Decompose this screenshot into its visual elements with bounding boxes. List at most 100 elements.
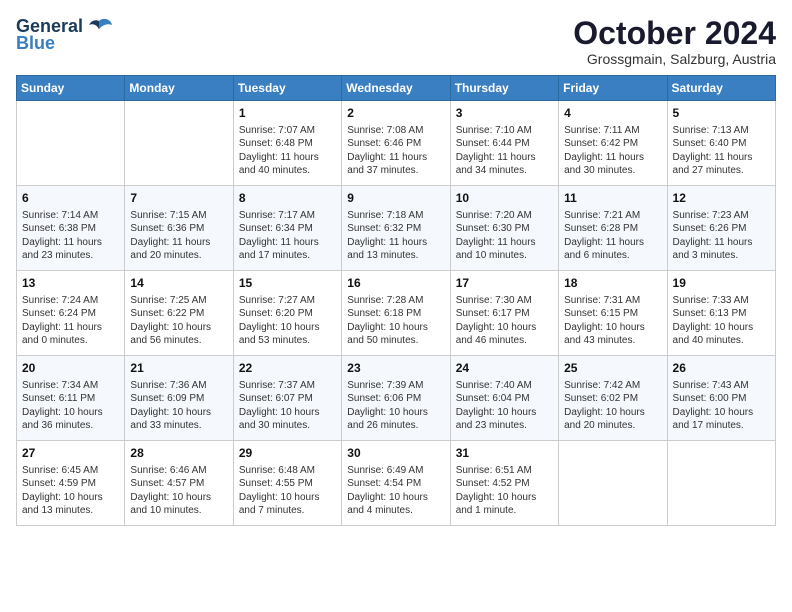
day-number: 19 [673,275,770,292]
day-number: 27 [22,445,119,462]
day-of-week-header: Tuesday [233,76,341,101]
calendar-cell: 11 Sunrise: 7:21 AM Sunset: 6:28 PM Dayli… [559,186,667,271]
day-info: Sunrise: 7:21 AM Sunset: 6:28 PM Dayligh… [564,209,661,263]
day-number: 31 [456,445,553,462]
day-of-week-header: Monday [125,76,233,101]
day-number: 17 [456,275,553,292]
day-info: Sunrise: 7:36 AM Sunset: 6:09 PM Dayligh… [130,379,227,433]
day-number: 23 [347,360,444,377]
day-info: Sunrise: 7:15 AM Sunset: 6:36 PM Dayligh… [130,209,227,263]
calendar-week-row: 1 Sunrise: 7:07 AM Sunset: 6:48 PM Daylig… [17,101,776,186]
calendar-cell: 4 Sunrise: 7:11 AM Sunset: 6:42 PM Daylig… [559,101,667,186]
calendar-cell: 29 Sunrise: 6:48 AM Sunset: 4:55 PM Dayli… [233,441,341,526]
day-info: Sunrise: 7:08 AM Sunset: 6:46 PM Dayligh… [347,124,444,178]
calendar-cell: 27 Sunrise: 6:45 AM Sunset: 4:59 PM Dayli… [17,441,125,526]
calendar-cell [125,101,233,186]
day-info: Sunrise: 7:20 AM Sunset: 6:30 PM Dayligh… [456,209,553,263]
day-info: Sunrise: 7:25 AM Sunset: 6:22 PM Dayligh… [130,294,227,348]
day-number: 16 [347,275,444,292]
day-number: 14 [130,275,227,292]
calendar-cell: 5 Sunrise: 7:13 AM Sunset: 6:40 PM Daylig… [667,101,775,186]
calendar-cell: 13 Sunrise: 7:24 AM Sunset: 6:24 PM Dayli… [17,271,125,356]
day-number: 7 [130,190,227,207]
day-info: Sunrise: 7:27 AM Sunset: 6:20 PM Dayligh… [239,294,336,348]
day-info: Sunrise: 7:43 AM Sunset: 6:00 PM Dayligh… [673,379,770,433]
day-of-week-header: Wednesday [342,76,450,101]
calendar-cell: 6Sunrise: 7:14 AM Sunset: 6:38 PM Daylig… [17,186,125,271]
day-info: Sunrise: 7:34 AM Sunset: 6:11 PM Dayligh… [22,379,119,433]
day-number: 10 [456,190,553,207]
day-of-week-header: Saturday [667,76,775,101]
day-number: 1 [239,105,336,122]
day-info: Sunrise: 7:10 AM Sunset: 6:44 PM Dayligh… [456,124,553,178]
location-title: Grossgmain, Salzburg, Austria [573,51,776,67]
calendar-cell: 3Sunrise: 7:10 AM Sunset: 6:44 PM Daylig… [450,101,558,186]
day-info: Sunrise: 7:18 AM Sunset: 6:32 PM Dayligh… [347,209,444,263]
calendar-week-row: 20 Sunrise: 7:34 AM Sunset: 6:11 PM Dayli… [17,356,776,441]
day-info: Sunrise: 7:39 AM Sunset: 6:06 PM Dayligh… [347,379,444,433]
day-info: Sunrise: 7:28 AM Sunset: 6:18 PM Dayligh… [347,294,444,348]
calendar-week-row: 27 Sunrise: 6:45 AM Sunset: 4:59 PM Dayli… [17,441,776,526]
calendar-cell: 23 Sunrise: 7:39 AM Sunset: 6:06 PM Dayli… [342,356,450,441]
day-info: Sunrise: 7:07 AM Sunset: 6:48 PM Dayligh… [239,124,336,178]
day-number: 21 [130,360,227,377]
calendar-cell: 20 Sunrise: 7:34 AM Sunset: 6:11 PM Dayli… [17,356,125,441]
calendar-cell: 16 Sunrise: 7:28 AM Sunset: 6:18 PM Dayli… [342,271,450,356]
day-info: Sunrise: 7:30 AM Sunset: 6:17 PM Dayligh… [456,294,553,348]
day-number: 12 [673,190,770,207]
day-number: 18 [564,275,661,292]
day-number: 22 [239,360,336,377]
day-info: Sunrise: 6:48 AM Sunset: 4:55 PM Dayligh… [239,464,336,518]
day-of-week-header: Friday [559,76,667,101]
day-info: Sunrise: 6:49 AM Sunset: 4:54 PM Dayligh… [347,464,444,518]
logo: General Blue [16,16,113,54]
day-info: Sunrise: 7:23 AM Sunset: 6:26 PM Dayligh… [673,209,770,263]
day-info: Sunrise: 7:40 AM Sunset: 6:04 PM Dayligh… [456,379,553,433]
day-info: Sunrise: 7:17 AM Sunset: 6:34 PM Dayligh… [239,209,336,263]
calendar-cell: 18Sunrise: 7:31 AM Sunset: 6:15 PM Dayli… [559,271,667,356]
day-number: 8 [239,190,336,207]
calendar-cell: 9 Sunrise: 7:18 AM Sunset: 6:32 PM Daylig… [342,186,450,271]
day-number: 13 [22,275,119,292]
day-info: Sunrise: 6:45 AM Sunset: 4:59 PM Dayligh… [22,464,119,518]
day-info: Sunrise: 7:42 AM Sunset: 6:02 PM Dayligh… [564,379,661,433]
calendar-cell: 21 Sunrise: 7:36 AM Sunset: 6:09 PM Dayli… [125,356,233,441]
calendar-cell: 25 Sunrise: 7:42 AM Sunset: 6:02 PM Dayli… [559,356,667,441]
calendar-cell: 30Sunrise: 6:49 AM Sunset: 4:54 PM Dayli… [342,441,450,526]
day-number: 15 [239,275,336,292]
calendar-cell: 22 Sunrise: 7:37 AM Sunset: 6:07 PM Dayli… [233,356,341,441]
day-info: Sunrise: 7:13 AM Sunset: 6:40 PM Dayligh… [673,124,770,178]
calendar-cell: 19 Sunrise: 7:33 AM Sunset: 6:13 PM Dayli… [667,271,775,356]
calendar-cell: 17 Sunrise: 7:30 AM Sunset: 6:17 PM Dayli… [450,271,558,356]
logo-bird-icon [85,17,113,37]
calendar-cell: 26Sunrise: 7:43 AM Sunset: 6:00 PM Dayli… [667,356,775,441]
calendar-cell [559,441,667,526]
day-info: Sunrise: 6:46 AM Sunset: 4:57 PM Dayligh… [130,464,227,518]
day-number: 24 [456,360,553,377]
day-info: Sunrise: 7:11 AM Sunset: 6:42 PM Dayligh… [564,124,661,178]
day-number: 11 [564,190,661,207]
calendar-cell: 24 Sunrise: 7:40 AM Sunset: 6:04 PM Dayli… [450,356,558,441]
day-number: 25 [564,360,661,377]
calendar-cell [17,101,125,186]
day-info: Sunrise: 7:24 AM Sunset: 6:24 PM Dayligh… [22,294,119,348]
calendar-cell [667,441,775,526]
calendar-cell: 8 Sunrise: 7:17 AM Sunset: 6:34 PM Daylig… [233,186,341,271]
day-number: 29 [239,445,336,462]
month-title: October 2024 [573,16,776,51]
day-number: 4 [564,105,661,122]
calendar-week-row: 6Sunrise: 7:14 AM Sunset: 6:38 PM Daylig… [17,186,776,271]
calendar-cell: 14 Sunrise: 7:25 AM Sunset: 6:22 PM Dayli… [125,271,233,356]
day-number: 20 [22,360,119,377]
day-info: Sunrise: 7:37 AM Sunset: 6:07 PM Dayligh… [239,379,336,433]
calendar-cell: 2Sunrise: 7:08 AM Sunset: 6:46 PM Daylig… [342,101,450,186]
calendar-cell: 15 Sunrise: 7:27 AM Sunset: 6:20 PM Dayli… [233,271,341,356]
logo-blue: Blue [16,33,55,54]
day-info: Sunrise: 7:33 AM Sunset: 6:13 PM Dayligh… [673,294,770,348]
header: General Blue October 2024 Grossgmain, Sa… [16,16,776,67]
title-area: October 2024 Grossgmain, Salzburg, Austr… [573,16,776,67]
day-number: 9 [347,190,444,207]
day-number: 5 [673,105,770,122]
calendar-cell: 28Sunrise: 6:46 AM Sunset: 4:57 PM Dayli… [125,441,233,526]
calendar-cell: 12 Sunrise: 7:23 AM Sunset: 6:26 PM Dayli… [667,186,775,271]
